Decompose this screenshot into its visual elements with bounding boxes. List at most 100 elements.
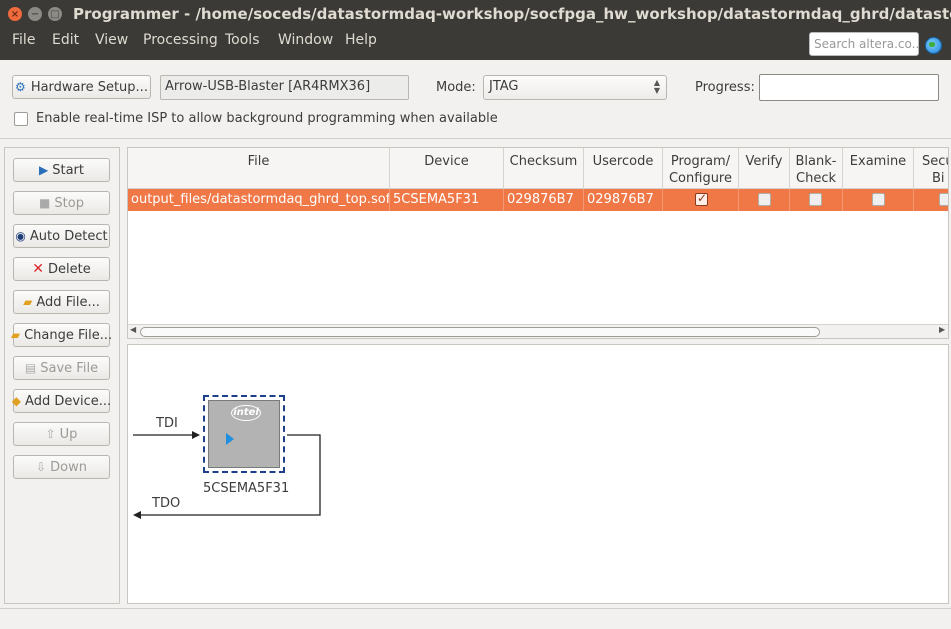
- blank-header-line2: Check: [796, 171, 836, 186]
- change-file-label: Change File...: [24, 327, 113, 343]
- delete-button[interactable]: ✕ Delete: [13, 257, 110, 281]
- menu-file[interactable]: File: [12, 32, 35, 48]
- isp-label: Enable real-time ISP to allow background…: [36, 111, 498, 126]
- add-device-icon: ◆: [11, 394, 22, 408]
- col-header-security[interactable]: Secu Bi: [914, 148, 948, 189]
- cell-program: [663, 189, 739, 211]
- menu-edit[interactable]: Edit: [52, 32, 79, 48]
- hardware-setup-label: Hardware Setup...: [30, 79, 148, 95]
- play-indicator-icon: [226, 433, 234, 445]
- title-bar: × − □ Programmer - /home/soceds/datastor…: [0, 0, 951, 28]
- mode-label: Mode:: [436, 80, 476, 95]
- device-label: 5CSEMA5F31: [203, 481, 290, 496]
- action-panel: ▶ Start ■ Stop ◉ Auto Detect ✕ Delete ▰ …: [4, 147, 120, 604]
- cell-examine: [843, 189, 914, 211]
- close-window-button[interactable]: ×: [8, 7, 22, 21]
- col-header-examine[interactable]: Examine: [843, 148, 914, 189]
- security-header-line2: Bi: [932, 171, 945, 186]
- security-checkbox[interactable]: [939, 193, 948, 206]
- verify-checkbox[interactable]: [758, 193, 771, 206]
- maximize-window-button[interactable]: □: [48, 7, 62, 21]
- hardware-field: Arrow-USB-Blaster [AR4RMX36]: [160, 75, 409, 100]
- stop-button[interactable]: ■ Stop: [13, 191, 110, 215]
- col-header-checksum[interactable]: Checksum: [504, 148, 584, 189]
- cell-usercode: 029876B7: [584, 189, 663, 211]
- progress-bar: [759, 74, 939, 101]
- scroll-left-icon[interactable]: ◀: [130, 325, 136, 334]
- up-button[interactable]: ⇧ Up: [13, 422, 110, 446]
- up-label: Up: [59, 426, 78, 442]
- col-header-file[interactable]: File: [128, 148, 390, 189]
- cell-device: 5CSEMA5F31: [390, 189, 504, 211]
- binoculars-icon: ◉: [15, 229, 26, 243]
- auto-detect-label: Auto Detect: [29, 228, 108, 244]
- col-header-usercode[interactable]: Usercode: [584, 148, 663, 189]
- hardware-setup-button[interactable]: ⚙ Hardware Setup...: [12, 75, 151, 99]
- col-header-program[interactable]: Program/ Configure: [663, 148, 739, 189]
- blank-header-line1: Blank-: [795, 154, 837, 169]
- tdi-label: TDI: [156, 416, 178, 431]
- down-button[interactable]: ⇩ Down: [13, 455, 110, 479]
- globe-icon[interactable]: [925, 37, 942, 54]
- start-label: Start: [52, 162, 84, 178]
- security-header-line1: Secu: [922, 154, 948, 169]
- tdo-label: TDO: [152, 496, 181, 511]
- cell-file: output_files/datastormdaq_ghrd_top.sof: [128, 189, 390, 211]
- auto-detect-button[interactable]: ◉ Auto Detect: [13, 224, 110, 248]
- menu-bar: File Edit View Processing Tools Window H…: [0, 28, 951, 60]
- isp-checkbox[interactable]: [14, 112, 28, 126]
- change-file-button[interactable]: ▰ Change File...: [10, 323, 113, 347]
- intel-logo-icon: intel: [231, 405, 261, 421]
- minimize-window-button[interactable]: −: [28, 7, 42, 21]
- status-bar: [0, 608, 951, 629]
- select-arrows-icon: ▲ ▼: [653, 78, 660, 95]
- chip-body: intel: [208, 400, 280, 468]
- scroll-thumb[interactable]: [140, 327, 820, 337]
- change-folder-icon: ▰: [10, 328, 21, 342]
- start-icon: ▶: [39, 163, 49, 177]
- add-device-label: Add Device...: [25, 393, 112, 409]
- menu-tools[interactable]: Tools: [225, 32, 260, 48]
- save-file-label: Save File: [40, 360, 99, 376]
- col-header-blank-check[interactable]: Blank- Check: [790, 148, 843, 189]
- menu-window[interactable]: Window: [278, 32, 333, 48]
- col-header-device[interactable]: Device: [390, 148, 504, 189]
- stop-label: Stop: [54, 195, 84, 211]
- table-row[interactable]: output_files/datastormdaq_ghrd_top.sof 5…: [128, 189, 948, 211]
- program-checkbox[interactable]: [695, 191, 708, 206]
- progress-label: Progress:: [695, 80, 755, 95]
- usb-blaster-icon: ⚙: [15, 80, 26, 94]
- divider: [0, 138, 951, 139]
- horizontal-scrollbar[interactable]: ◀ ▶: [128, 324, 948, 338]
- start-button[interactable]: ▶ Start: [13, 158, 110, 182]
- cell-security: [914, 189, 948, 211]
- add-device-button[interactable]: ◆ Add Device...: [11, 389, 112, 413]
- save-icon: ▤: [24, 361, 37, 375]
- col-header-verify[interactable]: Verify: [739, 148, 790, 189]
- program-header-line1: Program/: [670, 154, 731, 169]
- chain-wires: [133, 431, 321, 519]
- cell-checksum: 029876B7: [504, 189, 584, 211]
- add-file-button[interactable]: ▰ Add File...: [13, 290, 110, 314]
- menu-processing[interactable]: Processing: [143, 32, 218, 48]
- down-arrow-icon: ⇩: [36, 460, 47, 474]
- program-header-line2: Configure: [668, 171, 732, 186]
- scroll-right-icon[interactable]: ▶: [939, 325, 945, 334]
- window-title: Programmer - /home/soceds/datastormdaq-w…: [73, 5, 951, 23]
- stop-icon: ■: [39, 196, 51, 210]
- blank-check-checkbox[interactable]: [809, 193, 822, 206]
- search-input[interactable]: Search altera.co...: [809, 32, 919, 56]
- jtag-chain-panel: TDI TDO intel 5CSEMA5F31: [127, 344, 949, 604]
- mode-select[interactable]: JTAG ▲ ▼: [483, 75, 667, 100]
- fpga-device[interactable]: intel: [203, 395, 285, 473]
- menu-help[interactable]: Help: [345, 32, 377, 48]
- examine-checkbox[interactable]: [872, 193, 885, 206]
- cell-blank-check: [790, 189, 843, 211]
- add-file-label: Add File...: [36, 294, 100, 310]
- menu-view[interactable]: View: [95, 32, 128, 48]
- delete-label: Delete: [48, 261, 91, 277]
- mode-value: JTAG: [489, 79, 519, 94]
- down-label: Down: [50, 459, 87, 475]
- cell-verify: [739, 189, 790, 211]
- save-file-button[interactable]: ▤ Save File: [13, 356, 110, 380]
